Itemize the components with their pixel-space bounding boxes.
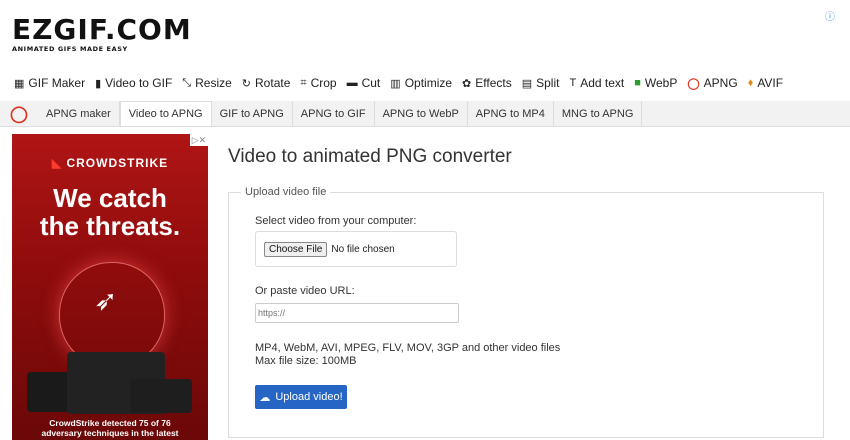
tab-mng-to-apng[interactable]: MNG to APNG <box>554 101 643 126</box>
max-file-size: Max file size: 100MB <box>255 355 357 367</box>
advertisement[interactable]: ▷✕ ◣ CROWDSTRIKE We catch the threats. ➶… <box>12 134 208 440</box>
add-text-icon: T <box>569 77 577 89</box>
select-label: Select video from your computer: <box>255 215 417 227</box>
ad-headline: We catch the threats. <box>39 183 181 241</box>
rotate-icon: ↻ <box>241 77 252 90</box>
page-title: Video to animated PNG converter <box>228 146 512 167</box>
video-icon: ▮ <box>95 77 102 90</box>
crop-icon: ⌗ <box>300 76 307 89</box>
file-picker: Choose File No file chosen <box>255 231 457 267</box>
logo-tagline: ANIMATED GIFS MADE EASY <box>12 45 128 53</box>
upload-video-button[interactable]: ☁ Upload video! <box>255 385 347 409</box>
video-url-input[interactable] <box>255 303 459 323</box>
choose-file-button[interactable]: Choose File <box>264 241 328 257</box>
cloud-upload-icon: ☁ <box>259 391 271 404</box>
tab-apng-to-gif[interactable]: APNG to GIF <box>293 101 375 126</box>
nav-effects[interactable]: ✿ Effects <box>462 76 512 90</box>
ad-footer-text: CrowdStrike detected 75 of 76 adversary … <box>41 418 179 438</box>
nav-video-to-gif[interactable]: ▮ Video to GIF <box>95 76 172 90</box>
fieldset-legend: Upload video file <box>241 186 331 198</box>
nav-optimize[interactable]: ▥ Optimize <box>390 76 452 90</box>
nav-cut[interactable]: ▬ Cut <box>347 76 381 90</box>
upload-fieldset: Upload video file Select video from your… <box>228 186 824 438</box>
tab-gif-to-apng[interactable]: GIF to APNG <box>212 101 293 126</box>
ad-brand: ◣ CROWDSTRIKE <box>51 156 169 170</box>
file-status: No file chosen <box>331 243 395 255</box>
nav-rotate[interactable]: ↻ Rotate <box>242 76 291 90</box>
optimize-icon: ▥ <box>390 77 401 90</box>
tab-video-to-apng[interactable]: Video to APNG <box>119 101 212 126</box>
site-logo[interactable]: EZGIF.COM ANIMATED GIFS MADE EASY <box>12 13 192 54</box>
ad-pedestal <box>130 379 192 413</box>
nav-add-text[interactable]: T Add text <box>569 76 624 90</box>
main-content: Video to animated PNG converter Upload v… <box>228 134 828 438</box>
apng-logo-icon: ◯ <box>10 105 28 123</box>
effects-icon: ✿ <box>462 77 472 90</box>
falcon-icon: ➶ <box>94 285 118 316</box>
nav-resize[interactable]: ⤡ Resize <box>182 76 232 90</box>
apng-icon: ◯ <box>687 77 700 90</box>
nav-split[interactable]: ▤ Split <box>522 76 560 90</box>
sub-nav: ◯ APNG maker Video to APNG GIF to APNG A… <box>0 101 850 127</box>
ad-close-icon[interactable]: ▷✕ <box>190 134 208 146</box>
logo-text: EZGIF.COM <box>12 13 192 46</box>
supported-formats: MP4, WebM, AVI, MPEG, FLV, MOV, 3GP and … <box>255 342 561 354</box>
nav-apng[interactable]: ◯ APNG <box>687 76 737 90</box>
tab-apng-to-mp4[interactable]: APNG to MP4 <box>468 101 554 126</box>
adchoices-icon[interactable]: ⓘ <box>825 8 835 23</box>
nav-gif-maker[interactable]: ▦ GIF Maker <box>14 76 85 90</box>
nav-avif[interactable]: ♦ AVIF <box>748 76 783 90</box>
tab-apng-to-webp[interactable]: APNG to WebP <box>375 101 468 126</box>
url-label: Or paste video URL: <box>255 285 355 297</box>
webp-icon: ■ <box>634 77 641 89</box>
split-icon: ▤ <box>521 77 533 90</box>
main-nav: ▦ GIF Maker ▮ Video to GIF ⤡ Resize ↻ Rotate… <box>14 76 783 90</box>
gif-maker-icon: ▦ <box>14 77 25 90</box>
nav-webp[interactable]: ■ WebP <box>634 76 677 90</box>
cut-icon: ▬ <box>346 77 358 89</box>
avif-icon: ♦ <box>747 77 754 89</box>
tab-apng-maker[interactable]: APNG maker <box>38 101 120 126</box>
resize-icon: ⤡ <box>182 76 192 89</box>
nav-crop[interactable]: ⌗ Crop <box>300 76 336 90</box>
